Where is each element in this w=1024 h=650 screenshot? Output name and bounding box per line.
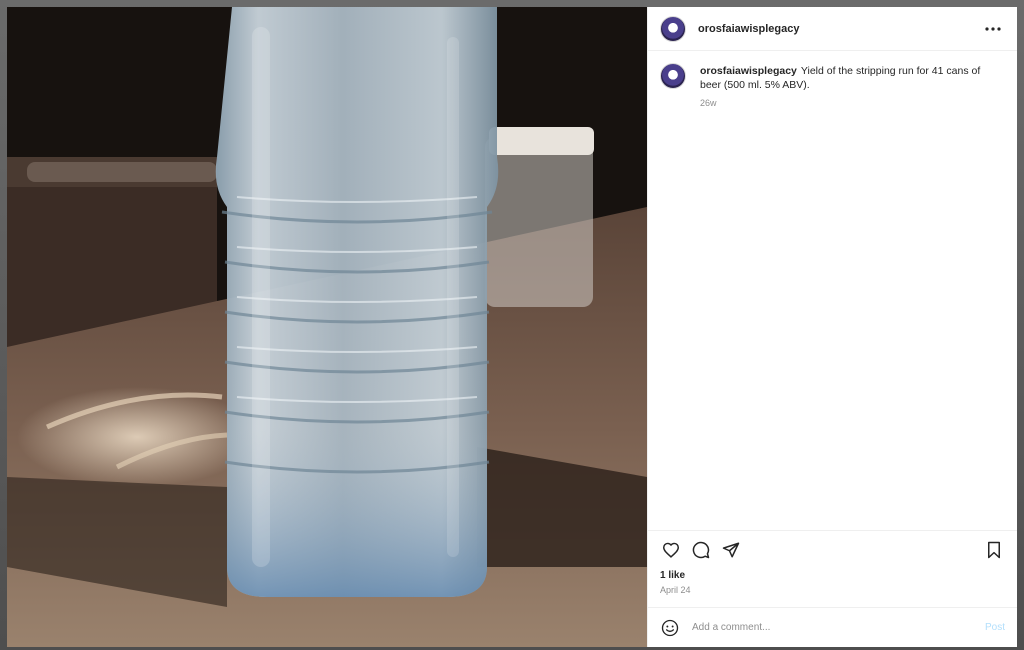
comments-area: orosfaiawisplegacy Yield of the stripping… <box>648 51 1017 530</box>
comment-icon <box>692 541 710 558</box>
emoji-button[interactable] <box>660 618 680 638</box>
post-header: orosfaiawisplegacy <box>648 7 1017 51</box>
share-icon <box>722 542 740 557</box>
action-bar <box>648 530 1017 568</box>
caption-username[interactable]: orosfaiawisplegacy <box>700 65 797 77</box>
like-count[interactable]: 1 like <box>648 568 1017 584</box>
comment-bar: Post <box>648 607 1017 647</box>
post-photo[interactable] <box>7 7 647 647</box>
comment-button[interactable] <box>690 539 712 561</box>
share-button[interactable] <box>720 539 742 561</box>
save-button[interactable] <box>983 539 1005 561</box>
caption: orosfaiawisplegacy Yield of the stripping… <box>660 63 1005 108</box>
comment-input[interactable] <box>690 621 985 634</box>
more-options-button[interactable] <box>981 17 1005 41</box>
heart-icon <box>662 542 680 558</box>
post-side-panel: orosfaiawisplegacy orosfaiawisplegacy Yie… <box>647 7 1017 647</box>
post-comment-button[interactable]: Post <box>985 622 1005 633</box>
like-button[interactable] <box>660 539 682 561</box>
bookmark-icon <box>988 541 1000 558</box>
avatar[interactable] <box>660 15 686 42</box>
caption-timestamp[interactable]: 26w <box>700 98 1000 108</box>
more-icon <box>985 26 1001 31</box>
caption-avatar[interactable] <box>660 63 686 89</box>
header-username[interactable]: orosfaiawisplegacy <box>698 23 800 35</box>
water-bottle-photo <box>7 7 647 647</box>
post-modal: orosfaiawisplegacy orosfaiawisplegacy Yie… <box>7 7 1017 647</box>
emoji-icon <box>661 619 679 636</box>
post-date[interactable]: April 24 <box>648 584 1017 601</box>
